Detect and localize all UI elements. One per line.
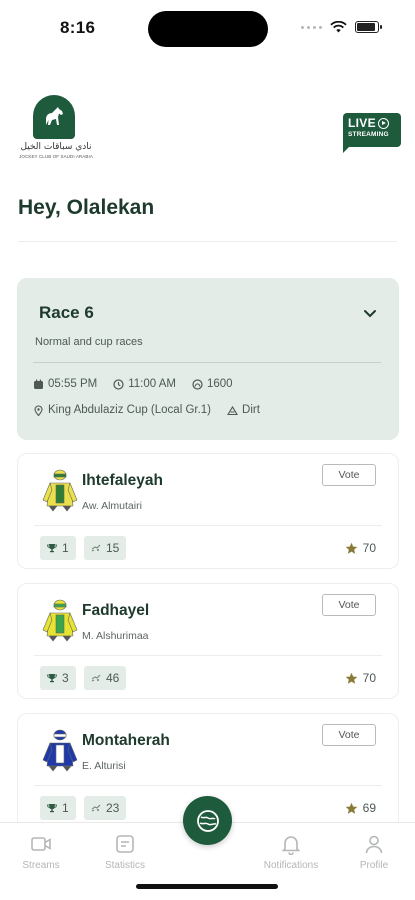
- card-divider: [34, 525, 382, 526]
- rides-count: 23: [106, 801, 120, 815]
- race-info-row: 05:55 PM 11:00 AM 1600: [33, 378, 249, 390]
- rating-value: 70: [362, 541, 376, 555]
- jockey-name: E. Alturisi: [82, 760, 126, 772]
- club-logo: نادي سباقات الخيل JOCKEY CLUB OF SAUDI A…: [15, 95, 97, 165]
- rating: 70: [345, 541, 376, 555]
- race-time: 11:00 AM: [128, 378, 176, 390]
- signal-icon: [301, 25, 322, 29]
- live-sub-label: STREAMING: [348, 131, 389, 138]
- bell-icon: [281, 836, 301, 855]
- horse-logo-icon: [33, 95, 75, 139]
- jockey-silk-icon: [42, 729, 78, 772]
- vote-button[interactable]: Vote: [322, 464, 376, 486]
- nav-profile-label: Profile: [359, 860, 389, 871]
- trophy-icon: [47, 544, 57, 553]
- vote-button[interactable]: Vote: [322, 594, 376, 616]
- jockey-silk-icon: [42, 599, 78, 642]
- wifi-icon: [330, 21, 347, 33]
- rating-value: 70: [362, 671, 376, 685]
- horse-name: Montaherah: [82, 732, 170, 749]
- profile-icon: [365, 835, 383, 854]
- nav-statistics[interactable]: Statistics: [85, 833, 165, 871]
- status-bar: 8:16: [0, 0, 415, 56]
- wins-chip: 1: [40, 536, 76, 560]
- status-time: 8:16: [60, 18, 96, 37]
- jockey-silk-icon: [42, 469, 78, 512]
- rating: 69: [345, 801, 376, 815]
- race-subtitle: Normal and cup races: [35, 336, 143, 348]
- jockey-name: Aw. Almutairi: [82, 500, 142, 512]
- home-fab-button[interactable]: [183, 796, 232, 845]
- status-icons: [301, 21, 382, 33]
- wins-chip: 3: [40, 666, 76, 690]
- wins-count: 1: [62, 541, 69, 555]
- race-runner-icon: [91, 544, 101, 552]
- location-pin-icon: [34, 404, 43, 416]
- horse-card[interactable]: Fadhayel M. Alshurimaa Vote 3 46 70: [17, 583, 399, 699]
- card-divider: [34, 655, 382, 656]
- home-indicator: [136, 884, 278, 889]
- race-distance: 1600: [206, 378, 233, 390]
- rides-chip: 15: [84, 536, 127, 560]
- wins-count: 1: [62, 801, 69, 815]
- chevron-down-icon[interactable]: [363, 306, 377, 320]
- horseshoe-globe-icon: [196, 809, 219, 832]
- race-runner-icon: [91, 674, 101, 682]
- logo-arabic-text: نادي سباقات الخيل: [20, 142, 92, 152]
- logo-english-text: JOCKEY CLUB OF SAUDI ARABIA: [19, 154, 93, 159]
- star-icon: [345, 802, 357, 814]
- dynamic-island: [148, 11, 268, 47]
- wins-count: 3: [62, 671, 69, 685]
- divider: [18, 241, 397, 242]
- card-divider: [34, 785, 382, 786]
- race-location-row: King Abdulaziz Cup (Local Gr.1) Dirt: [33, 404, 276, 416]
- race-divider: [33, 362, 381, 363]
- race-location: King Abdulaziz Cup (Local Gr.1): [48, 404, 212, 416]
- live-streaming-button[interactable]: LIVE STREAMING: [343, 113, 401, 153]
- clock-icon: [113, 378, 124, 390]
- rides-count: 46: [106, 671, 120, 685]
- statistics-icon: [116, 835, 134, 853]
- nav-notifications[interactable]: Notifications: [251, 833, 331, 871]
- wins-chip: 1: [40, 796, 76, 820]
- rides-chip: 46: [84, 666, 127, 690]
- live-label: LIVE: [348, 116, 376, 130]
- rides-chip: 23: [84, 796, 127, 820]
- rides-count: 15: [106, 541, 120, 555]
- race-surface: Dirt: [242, 404, 260, 416]
- track-surface-icon: [227, 405, 238, 415]
- video-camera-icon: [31, 837, 51, 851]
- star-icon: [345, 542, 357, 554]
- calendar-icon: [34, 379, 43, 389]
- vote-button[interactable]: Vote: [322, 724, 376, 746]
- trophy-icon: [47, 804, 57, 813]
- horse-name: Ihtefaleyah: [82, 472, 163, 489]
- play-icon: [377, 117, 389, 129]
- trophy-icon: [47, 674, 57, 683]
- horse-card[interactable]: Ihtefaleyah Aw. Almutairi Vote 1 15 70: [17, 453, 399, 569]
- nav-streams-label: Streams: [22, 860, 60, 871]
- star-icon: [345, 672, 357, 684]
- nav-statistics-label: Statistics: [104, 860, 145, 871]
- race-title: Race 6: [39, 303, 94, 322]
- rating: 70: [345, 671, 376, 685]
- rating-value: 69: [362, 801, 376, 815]
- nav-streams[interactable]: Streams: [1, 833, 81, 871]
- distance-icon: [192, 378, 203, 390]
- greeting: Hey, Olalekan: [18, 196, 155, 219]
- nav-notifications-label: Notifications: [263, 860, 319, 871]
- jockey-name: M. Alshurimaa: [82, 630, 149, 642]
- nav-profile[interactable]: Profile: [334, 833, 414, 871]
- battery-icon: [355, 21, 382, 33]
- horse-name: Fadhayel: [82, 602, 150, 619]
- race-card[interactable]: Race 6 Normal and cup races 05:55 PM 11:…: [17, 278, 399, 440]
- race-runner-icon: [91, 804, 101, 812]
- race-date-time: 05:55 PM: [48, 378, 98, 390]
